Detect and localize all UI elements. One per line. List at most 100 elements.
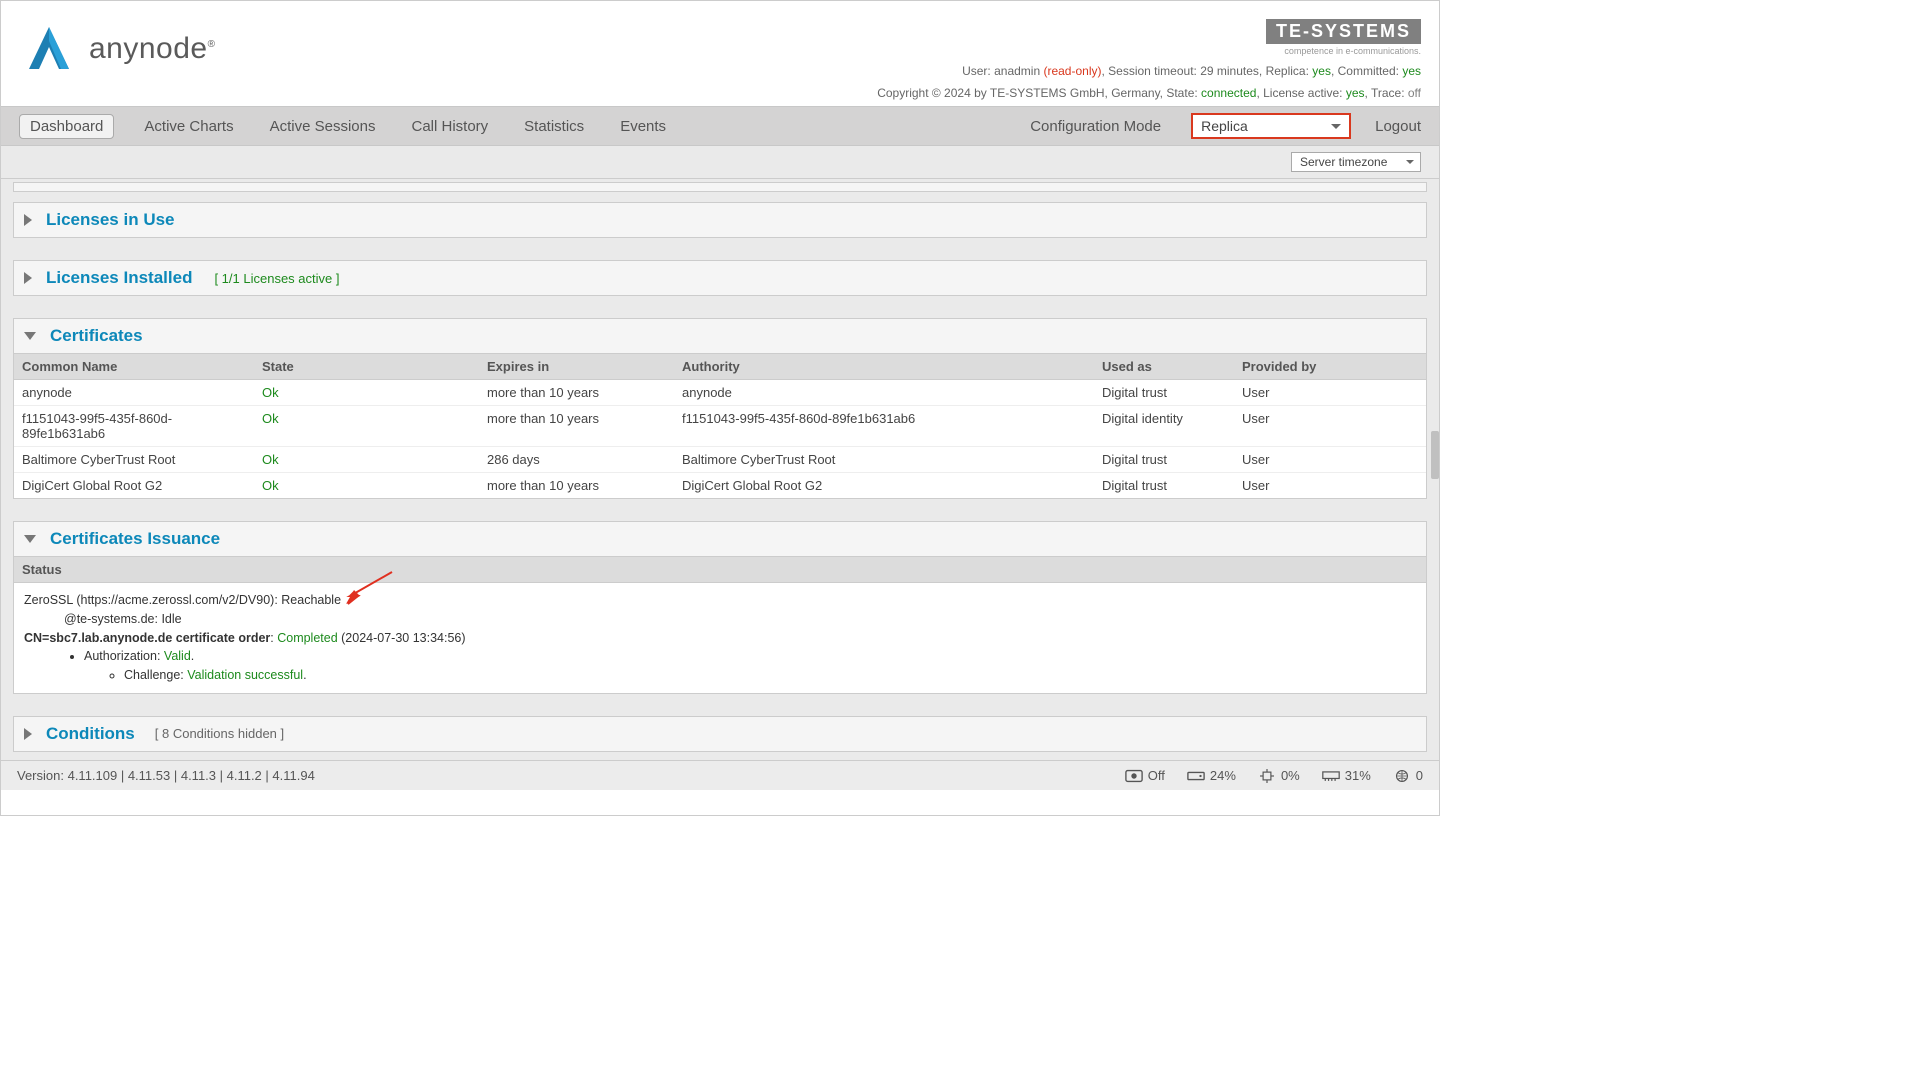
recording-icon — [1125, 769, 1143, 783]
tes-logo: TE-SYSTEMS — [1266, 19, 1421, 44]
table-row[interactable]: DigiCert Global Root G2Okmore than 10 ye… — [14, 473, 1426, 498]
anynode-logo-icon — [19, 19, 79, 79]
table-row[interactable]: Baltimore CyberTrust RootOk286 daysBalti… — [14, 447, 1426, 473]
navbar: Dashboard Active Charts Active Sessions … — [1, 106, 1439, 146]
cell-provided-by: User — [1234, 473, 1426, 498]
panel-head-licenses-in-use[interactable]: Licenses in Use — [14, 203, 1426, 237]
issuance-account-status: Idle — [161, 612, 181, 626]
sess-value: 29 minutes — [1200, 64, 1259, 78]
cell-state: Ok — [254, 447, 479, 472]
tab-call-history[interactable]: Call History — [405, 114, 494, 139]
panel-title-conditions: Conditions — [46, 724, 135, 744]
disk-icon — [1187, 769, 1205, 783]
panel-head-conditions[interactable]: Conditions [ 8 Conditions hidden ] — [14, 717, 1426, 751]
brand-name: anynode® — [89, 32, 215, 66]
issuance-auth-status: Valid — [164, 649, 191, 663]
tes-logo-wrap: TE-SYSTEMS competence in e-communication… — [877, 19, 1421, 56]
panel-head-licenses-installed[interactable]: Licenses Installed [ 1/1 Licenses active… — [14, 261, 1426, 295]
status-disk: 24% — [1187, 768, 1236, 783]
cell-authority: Baltimore CyberTrust Root — [674, 447, 1094, 472]
status-network: 0 — [1393, 768, 1423, 783]
th-expires: Expires in — [479, 354, 674, 379]
issuance-body: ZeroSSL (https://acme.zerossl.com/v2/DV9… — [14, 583, 1426, 693]
cell-expires: more than 10 years — [479, 380, 674, 405]
issuance-order-timestamp: (2024-07-30 13:34:56) — [338, 631, 466, 645]
cell-expires: 286 days — [479, 447, 674, 472]
user-readonly: (read-only) — [1040, 64, 1101, 78]
tab-statistics[interactable]: Statistics — [518, 114, 590, 139]
cell-used-as: Digital identity — [1094, 406, 1234, 446]
panel-head-certificates-issuance[interactable]: Certificates Issuance — [14, 522, 1426, 556]
issuance-authorization: Authorization: Valid. Challenge: Validat… — [84, 647, 1416, 685]
brand-name-text: anynode — [89, 32, 208, 65]
tab-active-charts[interactable]: Active Charts — [138, 114, 239, 139]
brand-reg: ® — [208, 39, 216, 50]
cell-state: Ok — [254, 473, 479, 498]
copy-lic: yes — [1346, 86, 1365, 100]
timezone-value: Server timezone — [1300, 155, 1387, 169]
header: anynode® TE-SYSTEMS competence in e-comm… — [1, 1, 1439, 106]
cell-used-as: Digital trust — [1094, 447, 1234, 472]
panel-title-licenses-in-use: Licenses in Use — [46, 210, 175, 230]
tab-events[interactable]: Events — [614, 114, 672, 139]
user-name: anadmin — [994, 64, 1040, 78]
scrollbar-thumb[interactable] — [1431, 431, 1439, 479]
header-right: TE-SYSTEMS competence in e-communication… — [877, 19, 1421, 100]
copy-prefix: Copyright © 2024 by TE-SYSTEMS GmbH, Ger… — [877, 86, 1201, 100]
cell-authority: anynode — [674, 380, 1094, 405]
issuance-chal-dot: . — [303, 668, 306, 682]
tab-active-sessions[interactable]: Active Sessions — [264, 114, 382, 139]
issuance-line-order: CN=sbc7.lab.anynode.de certificate order… — [24, 629, 1416, 648]
chevron-down-icon — [24, 535, 36, 543]
memory-icon — [1322, 769, 1340, 783]
cell-authority: f1151043-99f5-435f-860d-89fe1b631ab6 — [674, 406, 1094, 446]
copy-state: connected — [1201, 86, 1256, 100]
app-root: anynode® TE-SYSTEMS competence in e-comm… — [1, 1, 1439, 815]
issuance-challenge: Challenge: Validation successful. — [124, 666, 1416, 685]
replica-prefix: , Replica: — [1259, 64, 1312, 78]
committed-prefix: , Committed: — [1331, 64, 1402, 78]
panel-title-certificates: Certificates — [50, 326, 143, 346]
panel-sub-licenses-installed: [ 1/1 Licenses active ] — [214, 271, 339, 286]
panel-head-certificates[interactable]: Certificates — [14, 319, 1426, 353]
tes-tagline: competence in e-communications. — [877, 46, 1421, 56]
table-row[interactable]: anynodeOkmore than 10 yearsanynodeDigita… — [14, 380, 1426, 406]
committed-value: yes — [1402, 64, 1421, 78]
issuance-zerossl-status: Reachable — [281, 593, 341, 607]
issuance-chal-prefix: Challenge: — [124, 668, 187, 682]
config-mode-value: Replica — [1201, 118, 1248, 134]
dashboard-scroll-area[interactable]: Licenses in Use Licenses Installed [ 1/1… — [1, 178, 1439, 760]
timezone-select[interactable]: Server timezone — [1291, 152, 1421, 172]
copy-trace: off — [1408, 86, 1421, 100]
cert-table-header: Common Name State Expires in Authority U… — [14, 353, 1426, 380]
status-memory-value: 31% — [1345, 768, 1371, 783]
status-right: Off 24% 0% 31% 0 — [1125, 768, 1423, 783]
cell-provided-by: User — [1234, 406, 1426, 446]
panel-licenses-in-use: Licenses in Use — [13, 202, 1427, 238]
chevron-right-icon — [24, 214, 32, 226]
status-bar: Version: 4.11.109 | 4.11.53 | 4.11.3 | 4… — [1, 760, 1439, 790]
config-mode-select[interactable]: Replica — [1191, 113, 1351, 139]
table-row[interactable]: f1151043-99f5-435f-860d-89fe1b631ab6Okmo… — [14, 406, 1426, 447]
status-disk-value: 24% — [1210, 768, 1236, 783]
cell-provided-by: User — [1234, 380, 1426, 405]
logout-link[interactable]: Logout — [1375, 118, 1421, 135]
panel-title-licenses-installed: Licenses Installed — [46, 268, 192, 288]
cell-state: Ok — [254, 380, 479, 405]
cell-expires: more than 10 years — [479, 473, 674, 498]
annotation-arrow-icon — [344, 570, 394, 606]
collapsed-panel-top[interactable] — [13, 182, 1427, 192]
config-mode-label: Configuration Mode — [1030, 118, 1161, 135]
replica-value: yes — [1312, 64, 1331, 78]
panel-conditions: Conditions [ 8 Conditions hidden ] — [13, 716, 1427, 752]
status-cpu: 0% — [1258, 768, 1300, 783]
secondary-bar: Server timezone — [1, 146, 1439, 178]
issuance-auth-prefix: Authorization: — [84, 649, 164, 663]
status-recording: Off — [1125, 768, 1165, 783]
tab-dashboard[interactable]: Dashboard — [19, 114, 114, 139]
issuance-order-status: Completed — [277, 631, 337, 645]
status-recording-value: Off — [1148, 768, 1165, 783]
issuance-account-prefix: @te-systems.de: — [64, 612, 161, 626]
cell-used-as: Digital trust — [1094, 380, 1234, 405]
chevron-down-icon — [24, 332, 36, 340]
